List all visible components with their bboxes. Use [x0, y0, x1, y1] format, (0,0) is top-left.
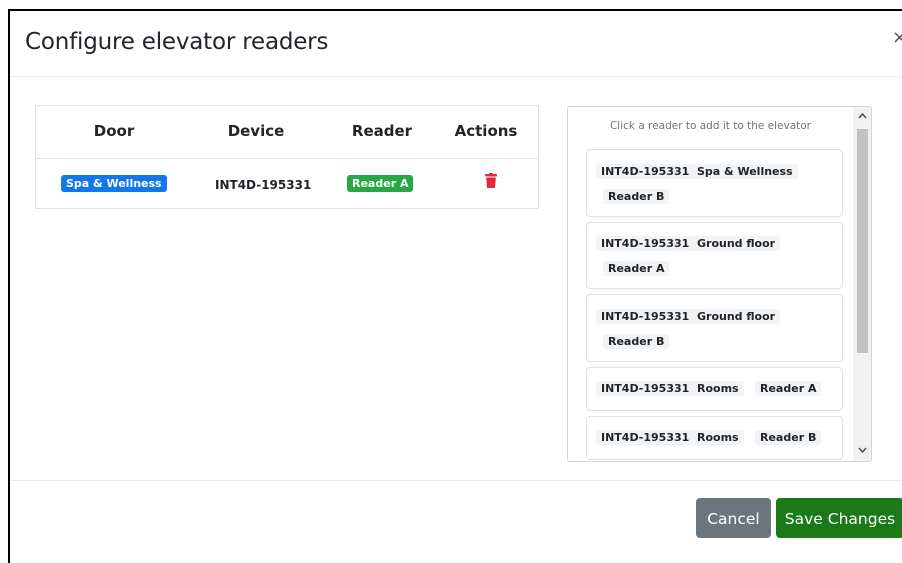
scroll-up-icon[interactable] — [853, 109, 871, 125]
column-header-door: Door — [93, 122, 135, 140]
scroll-down-icon[interactable] — [853, 443, 871, 459]
device-chip: INT4D-195331 — [596, 164, 695, 179]
available-readers-panel[interactable]: Click a reader to add it to the elevator… — [567, 106, 872, 462]
column-header-actions: Actions — [454, 122, 518, 140]
scrollbar-thumb[interactable] — [857, 129, 868, 353]
column-header-reader: Reader — [351, 122, 413, 140]
reader-list-item[interactable]: INT4D-195331 Ground floor Reader B — [586, 294, 843, 362]
reader-list-item[interactable]: INT4D-195331 Rooms Reader B — [586, 416, 843, 460]
table-row: Spa & Wellness INT4D-195331 Reader A — [36, 158, 538, 208]
reader-chip: Reader A — [755, 381, 822, 396]
assigned-readers-table: Door Device Reader Actions Spa & Wellnes… — [35, 105, 539, 209]
trash-icon[interactable] — [485, 173, 497, 192]
device-chip: INT4D-195331 — [596, 381, 695, 396]
reader-list-item[interactable]: INT4D-195331 Rooms Reader A — [586, 367, 843, 411]
modal-footer-divider — [10, 480, 902, 481]
table-header: Door Device Reader Actions — [36, 106, 538, 159]
reader-list-item[interactable]: INT4D-195331 Ground floor Reader A — [586, 222, 843, 289]
save-changes-button[interactable]: Save Changes — [776, 498, 902, 538]
close-icon[interactable]: × — [892, 27, 902, 48]
reader-chip: Reader B — [755, 430, 822, 445]
device-chip: INT4D-195331 — [596, 430, 695, 445]
reader-chip: Reader A — [603, 261, 670, 276]
device-chip: INT4D-195331 — [596, 236, 695, 251]
column-header-device: Device — [227, 122, 285, 140]
door-chip: Ground floor — [692, 309, 781, 324]
modal-title: Configure elevator readers — [25, 29, 329, 55]
reader-chip: Reader B — [603, 189, 670, 204]
configure-elevator-readers-modal: Configure elevator readers × Door Device… — [8, 9, 902, 563]
device-cell: INT4D-195331 — [215, 178, 312, 192]
device-chip: INT4D-195331 — [596, 309, 695, 324]
cancel-button[interactable]: Cancel — [696, 498, 771, 538]
door-chip: Ground floor — [692, 236, 781, 251]
door-badge: Spa & Wellness — [61, 175, 167, 192]
reader-chip: Reader B — [603, 334, 670, 349]
panel-hint: Click a reader to add it to the elevator — [609, 120, 812, 132]
reader-list-item[interactable]: INT4D-195331 Spa & Wellness Reader B — [586, 149, 843, 217]
reader-badge: Reader A — [347, 175, 414, 192]
door-chip: Spa & Wellness — [692, 164, 798, 179]
door-chip: Rooms — [692, 430, 744, 445]
modal-header: Configure elevator readers × — [10, 11, 902, 77]
panel-scrollbar[interactable] — [853, 107, 871, 461]
door-chip: Rooms — [692, 381, 744, 396]
